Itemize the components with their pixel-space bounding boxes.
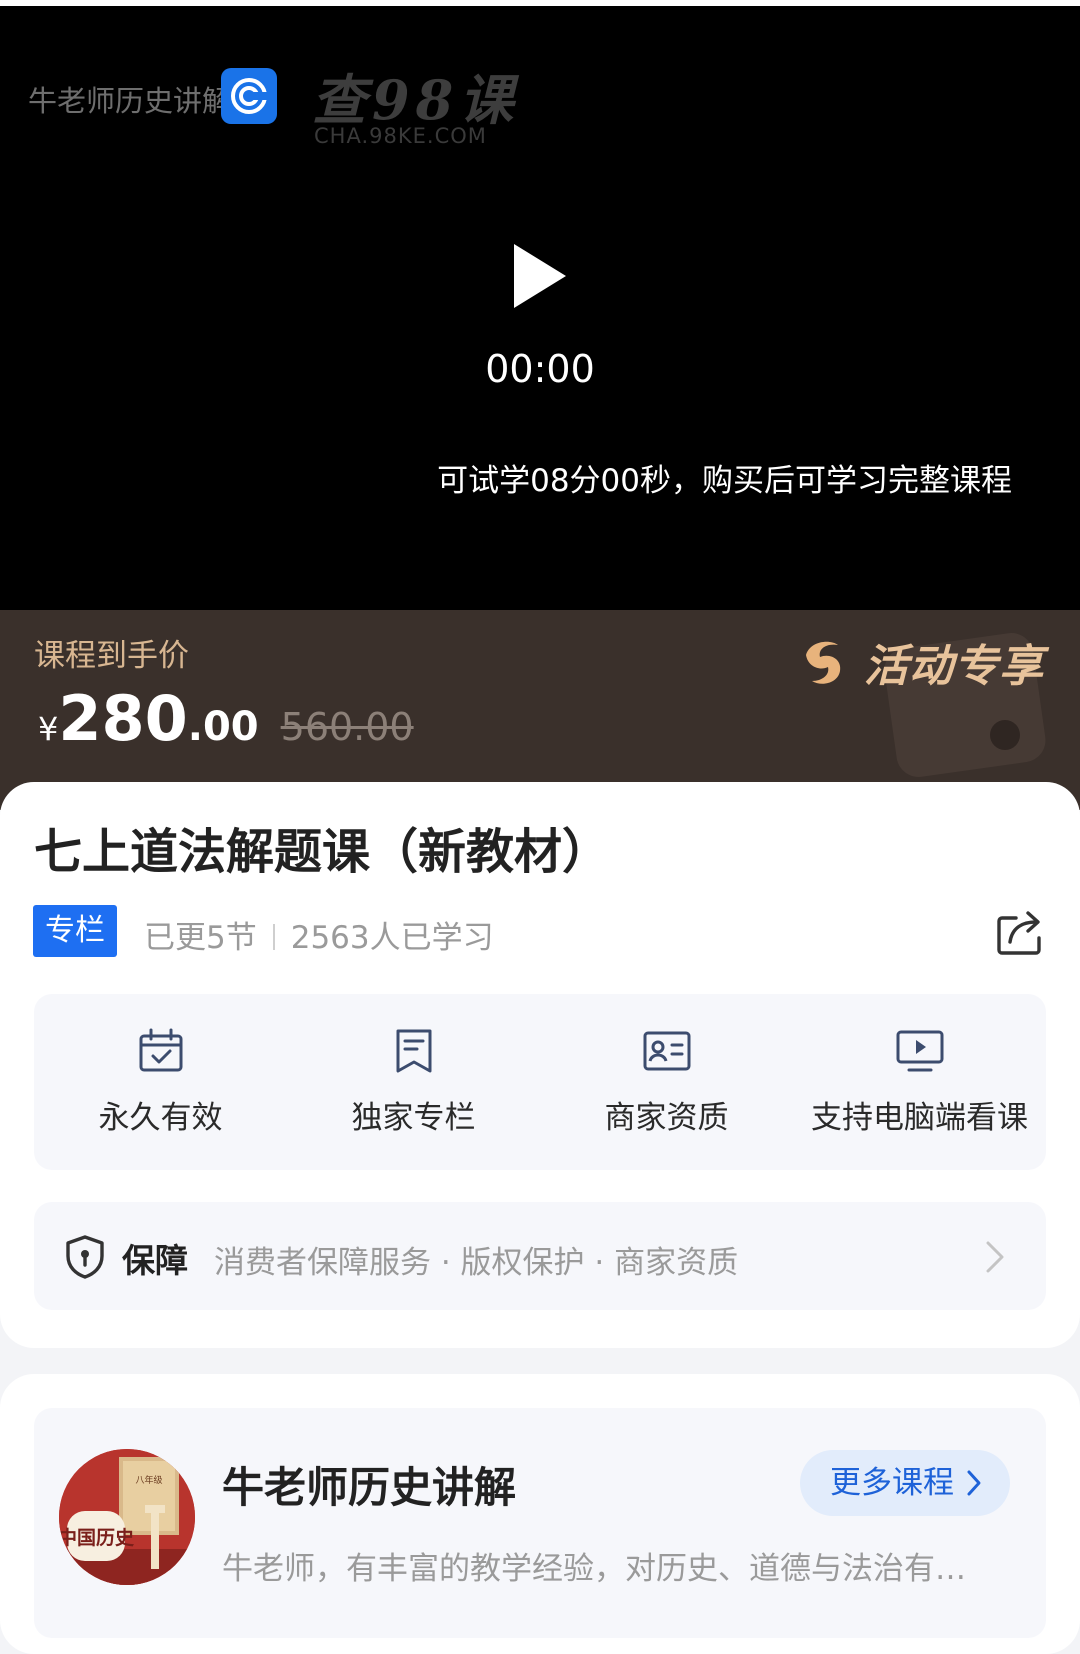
channel-name: 牛老师历史讲解 [28, 84, 228, 118]
monitor-play-icon [896, 1030, 943, 1072]
course-title: 七上道法解题课（新教材） [34, 824, 611, 880]
shield-icon [66, 1235, 104, 1279]
original-price: 560.00 [280, 705, 414, 749]
author-card: 八年级 中国历史 牛老师历史讲解 牛老师，有丰富的教学经验，对历史、道德与法治有… [0, 1374, 1080, 1654]
trial-note: 可试学08分00秒，购买后可学习完整课程 [437, 463, 1012, 499]
author-panel[interactable]: 八年级 中国历史 牛老师历史讲解 牛老师，有丰富的教学经验，对历史、道德与法治有… [34, 1408, 1046, 1638]
updated-count: 已更5节 [144, 920, 257, 956]
playback-time: 00:00 [485, 347, 595, 391]
feature-label: 支持电脑端看课 [811, 1100, 1028, 1136]
guarantee-title: 保障 [122, 1241, 188, 1280]
author-description: 牛老师，有丰富的教学经验，对历史、道德与法治有… [222, 1551, 966, 1587]
calendar-check-icon [139, 1028, 182, 1072]
learner-count: 2563人已学习 [290, 920, 494, 956]
price-integer: 280 [58, 682, 188, 755]
bookmark-doc-icon [396, 1029, 431, 1073]
promo-swirl-icon [806, 641, 841, 684]
feature-merchant: 商家资质 [540, 994, 793, 1170]
feature-exclusive: 独家专栏 [287, 994, 540, 1170]
price-banner: 课程到手价 ¥280.00 560.00 活动专享 [0, 610, 1080, 810]
price-label: 课程到手价 [34, 638, 189, 674]
watermark-logo-icon [221, 68, 277, 124]
meta-divider [272, 924, 275, 950]
course-info-card: 七上道法解题课（新教材） 专栏 已更5节 2563人已学习 永久有效 独家专栏 … [0, 782, 1080, 1348]
more-courses-label: 更多课程 [830, 1465, 954, 1501]
guarantee-items: 消费者保障服务 · 版权保护 · 商家资质 [214, 1245, 739, 1281]
feature-label: 独家专栏 [351, 1100, 476, 1136]
avatar[interactable]: 八年级 中国历史 [59, 1449, 195, 1585]
price-decimal: .00 [187, 704, 259, 750]
currency-symbol: ¥ [38, 710, 59, 748]
author-name: 牛老师历史讲解 [222, 1463, 517, 1512]
column-tag: 专栏 [33, 905, 117, 957]
chevron-right-icon [986, 1241, 1004, 1273]
feature-label: 永久有效 [98, 1100, 223, 1136]
guarantee-row[interactable]: 保障 消费者保障服务 · 版权保护 · 商家资质 [34, 1202, 1046, 1310]
avatar-title: 中国历史 [59, 1526, 135, 1549]
price-row: ¥280.00 560.00 [38, 682, 414, 755]
chevron-right-icon [967, 1470, 981, 1496]
video-player[interactable]: 牛老师历史讲解 查98课 CHA.98KE.COM 00:00 可试学08分00… [0, 0, 1080, 610]
watermark-url: CHA.98KE.COM [314, 124, 487, 148]
course-meta: 已更5节 2563人已学习 [144, 912, 494, 957]
play-icon[interactable] [514, 244, 566, 308]
avatar-grade: 八年级 [135, 1474, 162, 1486]
share-icon[interactable] [994, 906, 1048, 958]
feature-pc-viewing: 支持电脑端看课 [793, 994, 1046, 1170]
status-strip [0, 0, 1080, 6]
id-card-icon [643, 1031, 690, 1071]
promo-text: 活动专享 [864, 641, 1044, 692]
feature-permanent: 永久有效 [34, 994, 287, 1170]
feature-label: 商家资质 [604, 1100, 729, 1136]
more-courses-button[interactable]: 更多课程 [800, 1450, 1010, 1516]
promo-badge: 活动专享 [796, 630, 1044, 694]
feature-panel: 永久有效 独家专栏 商家资质 支持电脑端看课 [34, 994, 1046, 1170]
